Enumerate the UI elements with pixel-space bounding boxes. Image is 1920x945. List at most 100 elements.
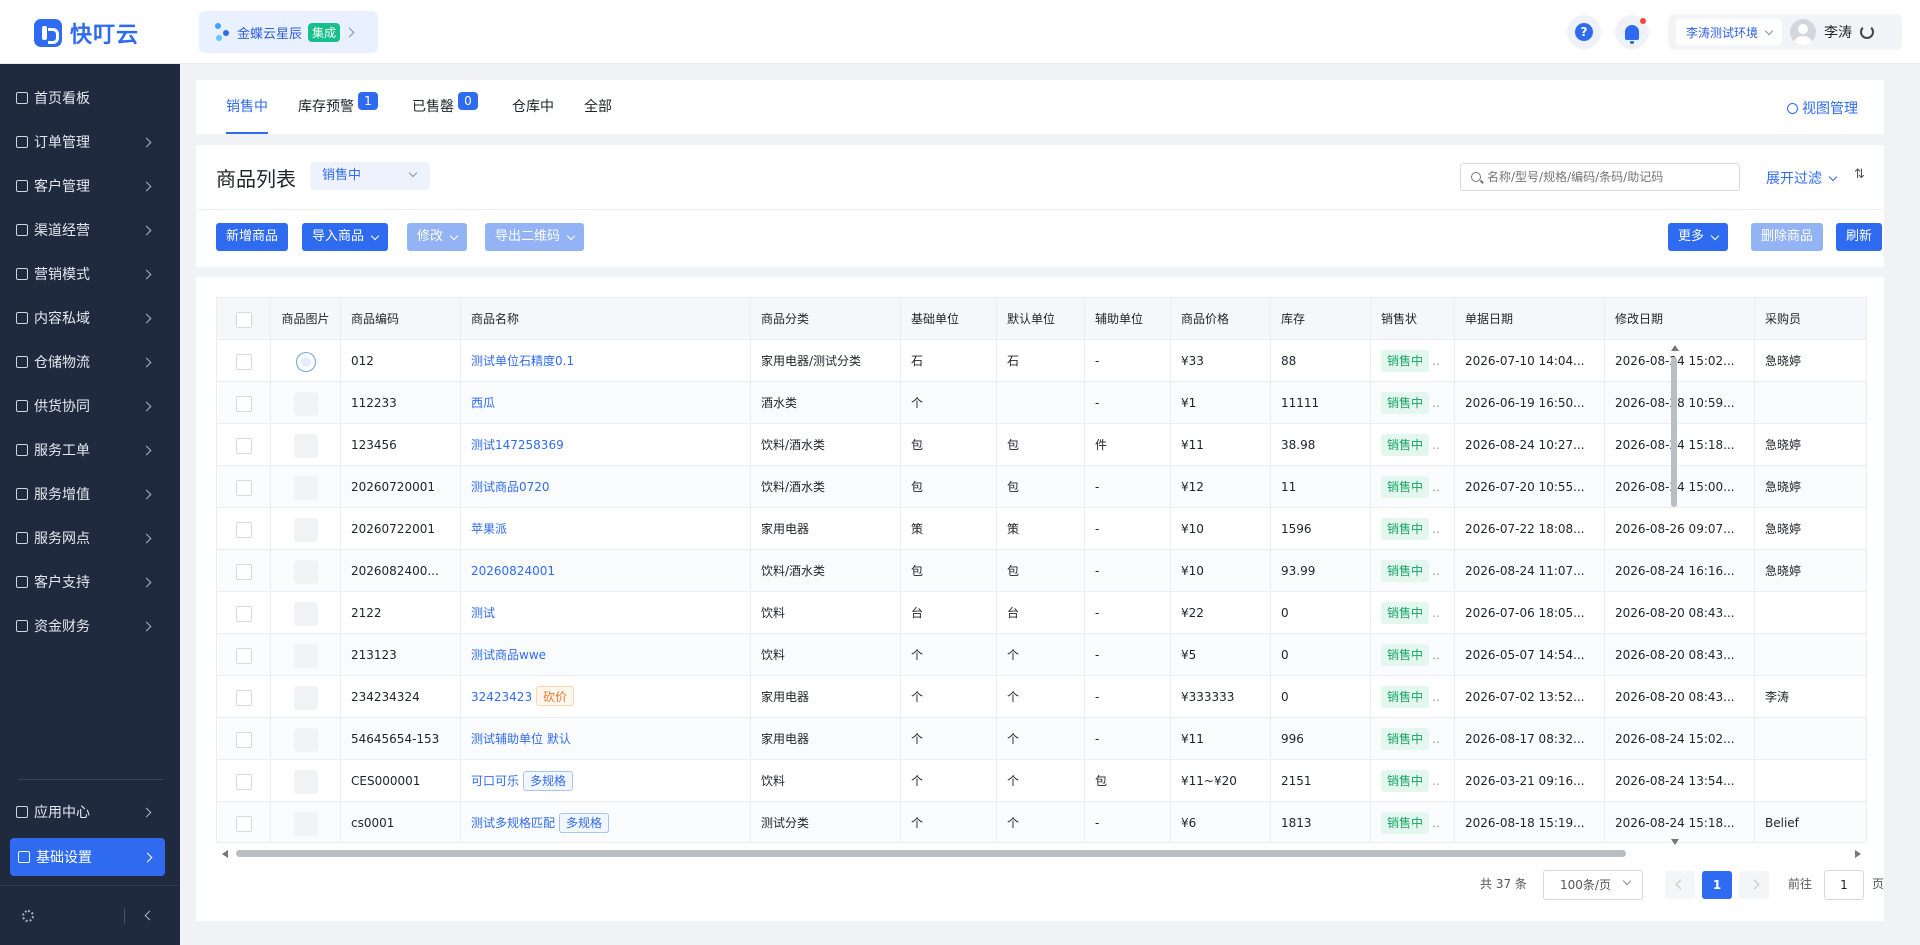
next-page-button[interactable]	[1739, 871, 1769, 899]
sidebar-item-service-orders[interactable]: 服务工单	[0, 428, 180, 472]
collapse-sidebar-icon[interactable]	[144, 910, 155, 921]
product-thumbnail[interactable]	[293, 601, 318, 626]
tab-stock-alert[interactable]: 库存预警	[298, 80, 354, 134]
row-checkbox[interactable]	[235, 605, 252, 622]
page-1-button[interactable]: 1	[1702, 871, 1732, 899]
product-name-link[interactable]: 测试	[471, 606, 495, 620]
product-thumbnail[interactable]	[293, 643, 318, 668]
scroll-up-icon[interactable]	[1671, 345, 1679, 351]
product-name-link[interactable]: 可口可乐	[471, 774, 519, 788]
table-row[interactable]: 213123 测试商品wwe 饮料个个 - ¥5 0 销售中.. 2026-05-07 14:…	[217, 634, 1866, 676]
sidebar-item-content[interactable]: 内容私域	[0, 296, 180, 340]
tab-all[interactable]: 全部	[584, 80, 612, 134]
product-thumbnail[interactable]	[296, 352, 315, 371]
sidebar-item-support[interactable]: 客户支持	[0, 560, 180, 604]
sidebar-item-settings[interactable]: 基础设置	[10, 838, 165, 876]
product-thumbnail[interactable]	[293, 727, 318, 752]
sidebar-item-orders[interactable]: 订单管理	[0, 120, 180, 164]
row-checkbox[interactable]	[235, 689, 252, 706]
table-row[interactable]: 234234324 32423423 砍价 家用电器个个 - ¥333333 0 销售中.. 2…	[217, 676, 1866, 718]
search-input[interactable]	[1487, 170, 1727, 184]
product-thumbnail[interactable]	[293, 475, 318, 500]
import-product-button[interactable]: 导入商品	[302, 223, 389, 251]
row-checkbox[interactable]	[235, 479, 252, 496]
table-row[interactable]: 20260720001 测试商品0720 饮料/酒水类包包 - ¥12 11 销售中.. 20…	[217, 466, 1866, 508]
product-name-link[interactable]: 苹果派	[471, 522, 507, 536]
more-button[interactable]: 更多	[1668, 223, 1729, 251]
user-name[interactable]: 李涛	[1824, 22, 1852, 42]
sidebar-item-finance[interactable]: 资金财务	[0, 604, 180, 648]
sidebar-item-marketing[interactable]: 营销模式	[0, 252, 180, 296]
sidebar-item-channels[interactable]: 渠道经营	[0, 208, 180, 252]
avatar[interactable]	[1790, 19, 1817, 45]
table-row[interactable]: 2122 测试 饮料台台 - ¥22 0 销售中.. 2026-07-06 18:05... 2…	[217, 592, 1866, 634]
sort-icon[interactable]: ⇅	[1854, 167, 1865, 182]
product-thumbnail[interactable]	[293, 811, 318, 836]
product-name-link[interactable]: 西瓜	[471, 396, 495, 410]
status-select[interactable]: 销售中	[310, 162, 430, 190]
goto-page-input[interactable]: 1	[1824, 870, 1864, 900]
sidebar-item-customers[interactable]: 客户管理	[0, 164, 180, 208]
table-row[interactable]: 20260722001 苹果派 家用电器策策 - ¥10 1596 销售中.. 2026-07…	[217, 508, 1866, 550]
row-checkbox[interactable]	[235, 731, 252, 748]
sidebar-item-app-center[interactable]: 应用中心	[0, 790, 180, 834]
product-thumbnail[interactable]	[293, 517, 318, 542]
export-qr-button[interactable]: 导出二维码	[485, 223, 585, 251]
app-switcher[interactable]: 金蝶云星辰 集成	[199, 11, 378, 53]
product-name-link[interactable]: 测试商品wwe	[471, 648, 546, 662]
sidebar-item-outlets[interactable]: 服务网点	[0, 516, 180, 560]
product-name-link[interactable]: 32423423	[471, 690, 532, 704]
env-select[interactable]: 李涛测试环境	[1676, 19, 1783, 45]
scroll-left-icon[interactable]	[222, 850, 228, 858]
product-name-link[interactable]: 测试商品0720	[471, 480, 550, 494]
tab-sold-out[interactable]: 已售罄	[412, 80, 454, 134]
scroll-right-icon[interactable]	[1855, 850, 1861, 858]
sidebar-item-warehouse[interactable]: 仓储物流	[0, 340, 180, 384]
product-thumbnail[interactable]	[293, 685, 318, 710]
horizontal-scrollbar[interactable]	[216, 847, 1867, 859]
row-checkbox[interactable]	[235, 773, 252, 790]
table-row[interactable]: 2026082400... 20260824001 饮料/酒水类包包 - ¥10 93.9…	[217, 550, 1866, 592]
scroll-thumb[interactable]	[1671, 357, 1677, 507]
product-name-link[interactable]: 测试单位石精度0.1	[471, 354, 574, 368]
prev-page-button[interactable]	[1665, 871, 1695, 899]
edit-button[interactable]: 修改	[407, 223, 468, 251]
table-row[interactable]: 012 测试单位石精度0.1 家用电器/测试分类石石 - ¥33 88 销售中.. 2026-…	[217, 340, 1866, 382]
row-checkbox[interactable]	[235, 647, 252, 664]
add-product-button[interactable]: 新增商品	[216, 223, 289, 251]
help-button[interactable]: ?	[1567, 15, 1601, 49]
sidebar-item-dashboard[interactable]: 首页看板	[0, 76, 180, 120]
row-checkbox[interactable]	[235, 395, 252, 412]
tab-on-sale[interactable]: 销售中	[226, 80, 268, 134]
product-thumbnail[interactable]	[293, 769, 318, 794]
table-row[interactable]: 112233 西瓜 酒水类个 - ¥1 11111 销售中.. 2026-06-19 16:5…	[217, 382, 1866, 424]
app-logo[interactable]: 快叮云	[34, 17, 139, 49]
product-thumbnail[interactable]	[293, 391, 318, 416]
row-checkbox[interactable]	[235, 521, 252, 538]
product-name-link[interactable]: 测试147258369	[471, 438, 564, 452]
sidebar-item-value-added[interactable]: 服务增值	[0, 472, 180, 516]
row-checkbox[interactable]	[235, 815, 252, 832]
table-row[interactable]: cs0001 测试多规格匹配 多规格 测试分类个个 - ¥6 1813 销售中.. 2026-0…	[217, 802, 1866, 842]
refresh-button[interactable]: 刷新	[1836, 223, 1883, 251]
product-thumbnail[interactable]	[293, 433, 318, 458]
row-checkbox[interactable]	[235, 437, 252, 454]
view-manage-button[interactable]: 视图管理	[1787, 98, 1858, 118]
table-row[interactable]: 54645654-153 测试辅助单位 默认 家用电器个个 - ¥11 996 销售中.. 2…	[217, 718, 1866, 760]
expand-filter-button[interactable]: 展开过滤	[1766, 168, 1838, 188]
gear-icon[interactable]	[22, 910, 34, 922]
table-row[interactable]: 123456 测试147258369 饮料/酒水类包包件 ¥11 38.98 销售中.. 2…	[217, 424, 1866, 466]
tab-in-warehouse[interactable]: 仓库中	[512, 80, 554, 134]
notification-button[interactable]	[1615, 15, 1649, 49]
row-checkbox[interactable]	[235, 563, 252, 580]
delete-product-button[interactable]: 删除商品	[1751, 223, 1824, 251]
product-thumbnail[interactable]	[293, 559, 318, 584]
sidebar-item-supply[interactable]: 供货协同	[0, 384, 180, 428]
vertical-scrollbar[interactable]	[1669, 345, 1679, 845]
table-row[interactable]: CES000001 可口可乐 多规格 饮料个个包 ¥11~¥20 2151 销售中.. 202…	[217, 760, 1866, 802]
refresh-icon[interactable]	[1860, 25, 1875, 39]
product-name-link[interactable]: 测试多规格匹配	[471, 816, 555, 830]
product-name-link[interactable]: 20260824001	[471, 564, 555, 578]
product-name-link[interactable]: 测试辅助单位 默认	[471, 732, 571, 746]
select-all-checkbox[interactable]	[235, 311, 252, 328]
